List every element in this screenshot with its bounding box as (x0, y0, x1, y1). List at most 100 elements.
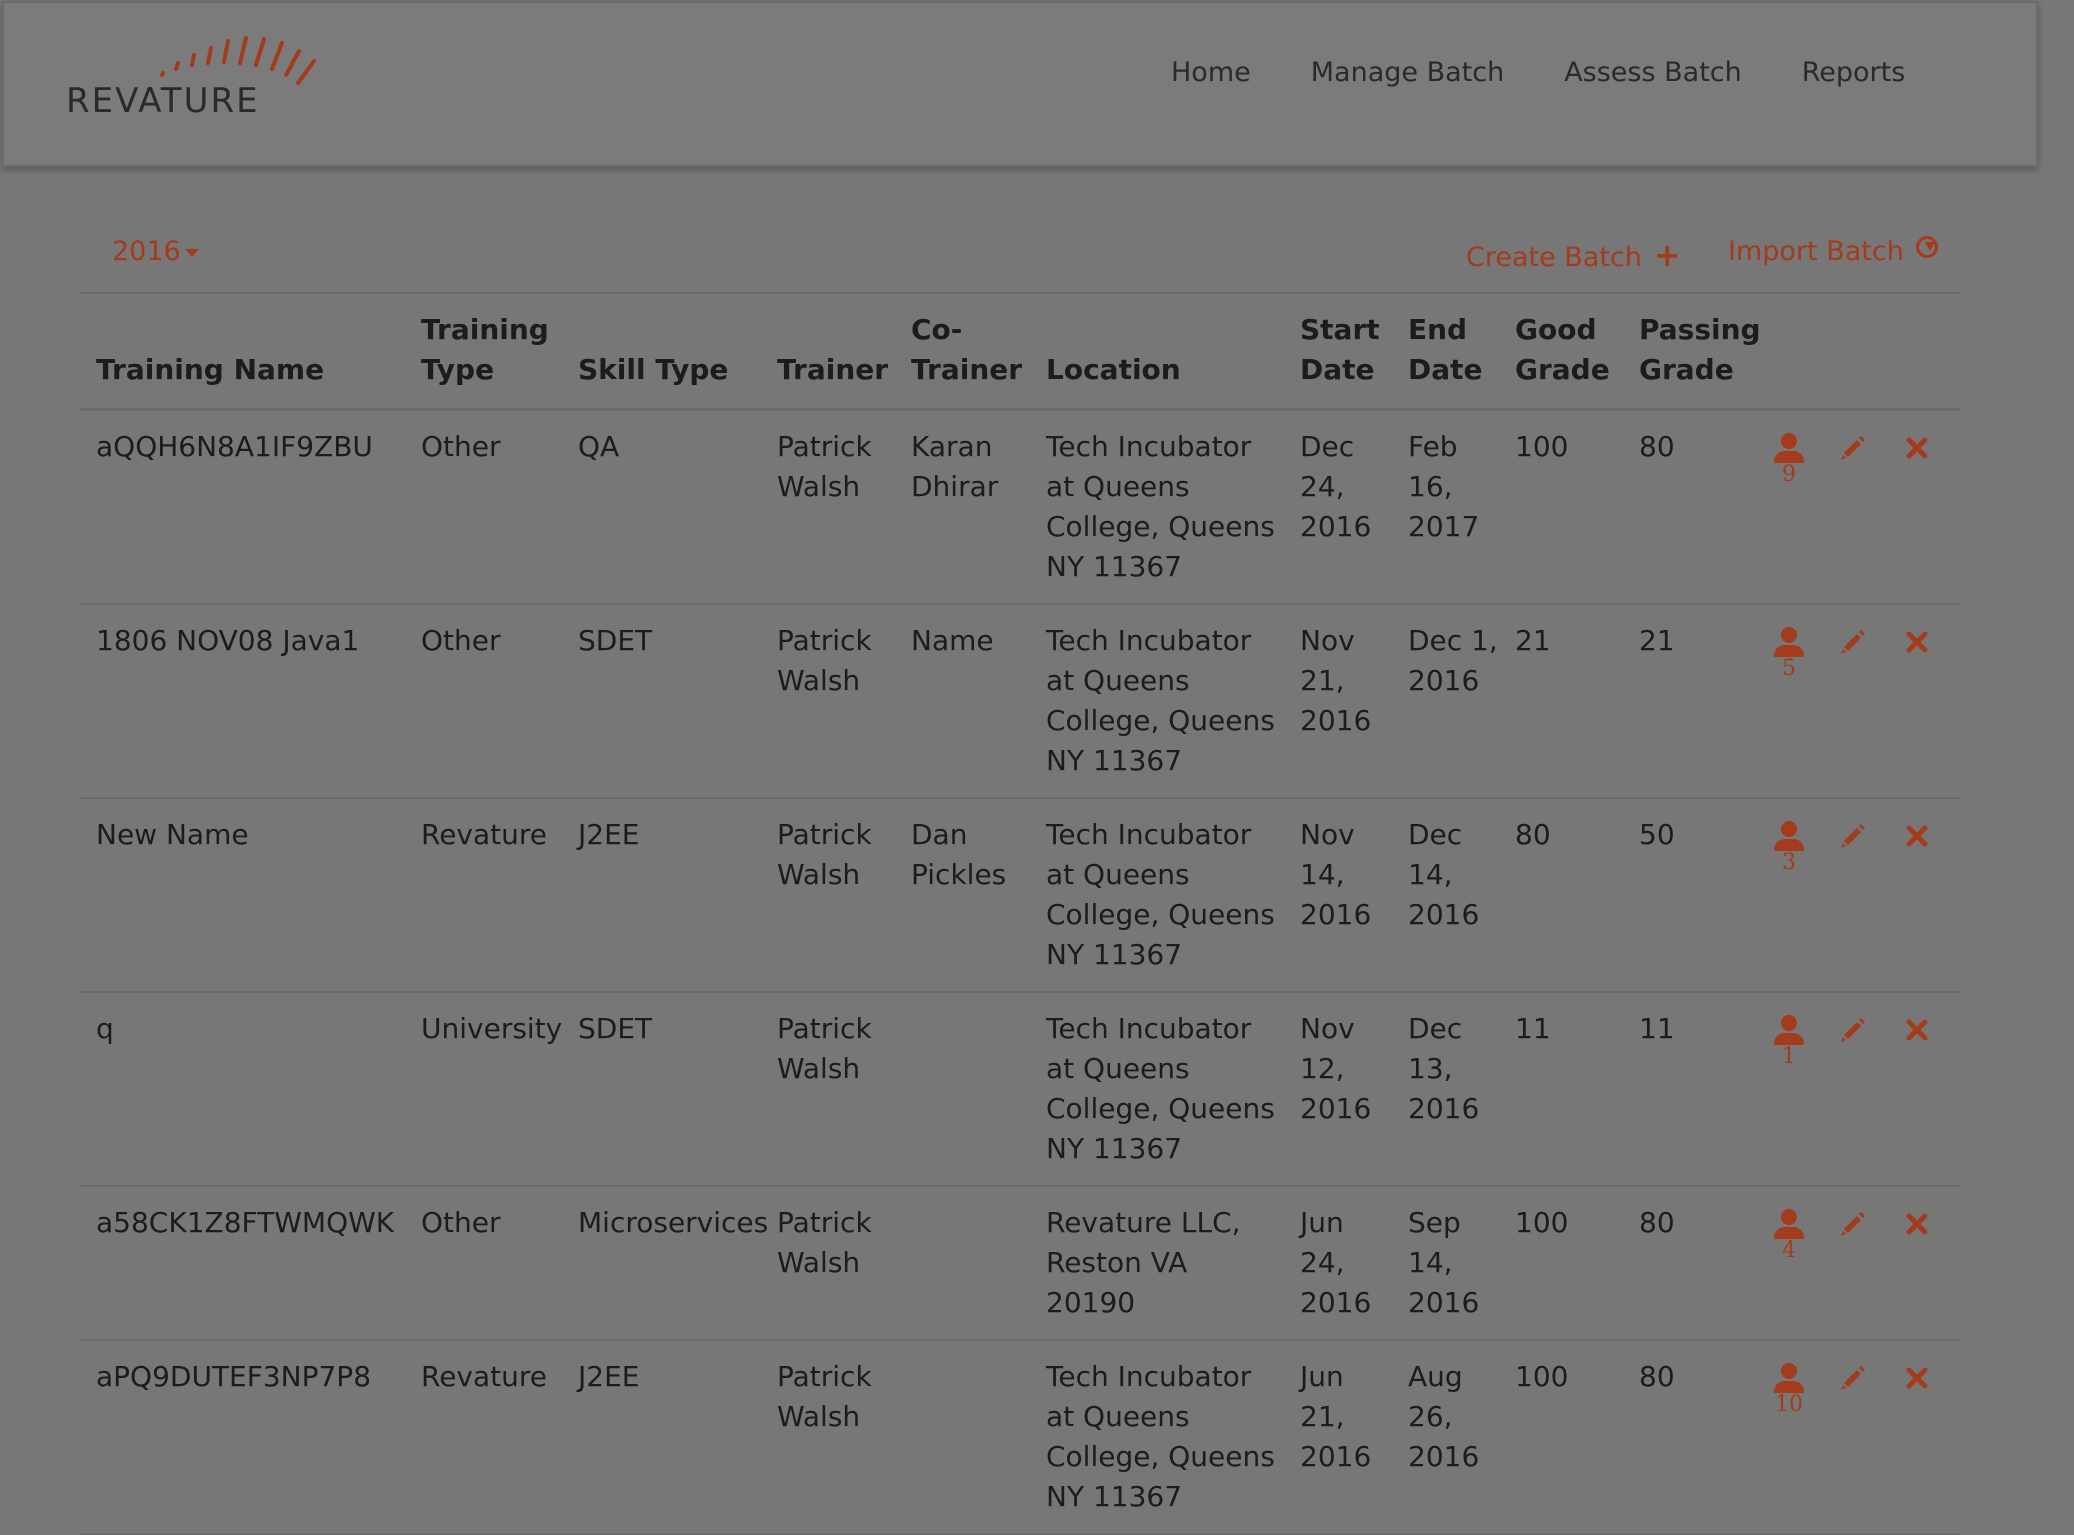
person-icon (1781, 821, 1797, 837)
cell-end-date: Dec 14, 2016 (1392, 798, 1499, 993)
nav-reports[interactable]: Reports (1802, 57, 1906, 88)
header-co-trainer[interactable]: Co-Trainer (895, 294, 1030, 411)
trainee-count: 9 (1782, 462, 1796, 487)
cell-good-grade: 21 (1499, 604, 1623, 799)
row-actions: 4 (1774, 1203, 1960, 1263)
trainees-button[interactable]: 3 (1774, 821, 1804, 875)
cell-co-trainer (895, 992, 1030, 1187)
cell-location: Tech Incubator at Queens College, Queens… (1030, 604, 1284, 799)
cell-passing-grade: 21 (1623, 604, 1758, 799)
header-good-grade[interactable]: Good Grade (1499, 294, 1623, 411)
nav-assess-batch[interactable]: Assess Batch (1564, 57, 1742, 88)
cell-start-date: Nov 14, 2016 (1284, 798, 1392, 993)
cell-trainer: Patrick Walsh (761, 992, 895, 1187)
year-dropdown[interactable]: 2016 (112, 236, 199, 267)
cell-co-trainer: Dan Pickles (895, 798, 1030, 993)
cell-passing-grade: 80 (1623, 1186, 1758, 1341)
create-batch-label: Create Batch (1466, 242, 1642, 273)
cell-skill-type: J2EE (562, 798, 761, 993)
table-row: a58CK1Z8FTWMQWK Other Microservices Patr… (80, 1186, 1960, 1341)
revature-logo[interactable]: REVATURE (64, 31, 334, 131)
close-icon[interactable] (1902, 627, 1932, 657)
pencil-icon[interactable] (1838, 1015, 1868, 1045)
cell-training-type: Revature (405, 798, 562, 993)
trainees-button[interactable]: 10 (1774, 1363, 1804, 1417)
close-icon[interactable] (1902, 1015, 1932, 1045)
pencil-icon[interactable] (1838, 1363, 1868, 1393)
header-end-date[interactable]: End Date (1392, 294, 1499, 411)
cell-start-date: Nov 21, 2016 (1284, 604, 1392, 799)
create-batch-button[interactable]: Create Batch + (1466, 236, 1681, 274)
cell-training-name: a58CK1Z8FTWMQWK (80, 1186, 405, 1341)
cell-trainer: Patrick Walsh (761, 1186, 895, 1341)
cell-training-name: aQQH6N8A1IF9ZBU (80, 409, 405, 605)
cell-good-grade: 100 (1499, 1186, 1623, 1341)
cell-good-grade: 100 (1499, 409, 1623, 605)
cell-training-type: Revature (405, 1340, 562, 1535)
cell-skill-type: SDET (562, 604, 761, 799)
trainees-button[interactable]: 5 (1774, 627, 1804, 681)
main-nav: Home Manage Batch Assess Batch Reports (1171, 57, 1965, 88)
header-training-name[interactable]: Training Name (80, 294, 405, 411)
cell-trainer: Patrick Walsh (761, 798, 895, 993)
cell-passing-grade: 50 (1623, 798, 1758, 993)
header-trainer[interactable]: Trainer (761, 294, 895, 411)
cell-co-trainer (895, 1340, 1030, 1535)
pencil-icon[interactable] (1838, 433, 1868, 463)
close-icon[interactable] (1902, 1363, 1932, 1393)
cell-good-grade: 80 (1499, 798, 1623, 993)
cell-good-grade: 11 (1499, 992, 1623, 1187)
cell-actions: 1 (1758, 992, 1960, 1187)
cell-end-date: Dec 1, 2016 (1392, 604, 1499, 799)
cell-co-trainer: Name (895, 604, 1030, 799)
cell-trainer: Patrick Walsh (761, 604, 895, 799)
close-icon[interactable] (1902, 433, 1932, 463)
cell-training-name: q (80, 992, 405, 1187)
header-passing-grade[interactable]: Passing Grade (1623, 294, 1761, 411)
person-icon (1781, 1015, 1797, 1031)
table-row: q University SDET Patrick Walsh Tech Inc… (80, 992, 1960, 1187)
person-icon (1781, 627, 1797, 643)
header-start-date[interactable]: Start Date (1284, 294, 1392, 411)
import-batch-button[interactable]: Import Batch (1728, 236, 1938, 267)
cell-location: Tech Incubator at Queens College, Queens… (1030, 798, 1284, 993)
trainee-count: 4 (1782, 1238, 1796, 1263)
trainees-button[interactable]: 4 (1774, 1209, 1804, 1263)
cell-start-date: Nov 12, 2016 (1284, 992, 1392, 1187)
plus-icon: + (1653, 236, 1681, 274)
cell-trainer: Patrick Walsh (761, 409, 895, 605)
cell-location: Tech Incubator at Queens College, Queens… (1030, 1340, 1284, 1535)
cell-skill-type: Microservices (562, 1186, 768, 1341)
cell-end-date: Feb 16, 2017 (1392, 409, 1499, 605)
trainee-count: 10 (1775, 1392, 1803, 1417)
header-training-type[interactable]: Training Type (405, 294, 562, 411)
circle-arrow-down-icon (1915, 236, 1938, 258)
cell-actions: 3 (1758, 798, 1960, 993)
table-row: aQQH6N8A1IF9ZBU Other QA Patrick Walsh K… (80, 409, 1960, 605)
trainees-button[interactable]: 1 (1774, 1015, 1804, 1069)
cell-skill-type: QA (562, 409, 761, 605)
header-skill-type[interactable]: Skill Type (562, 294, 761, 411)
table-header-row: Training Name Training Type Skill Type T… (80, 294, 1960, 411)
nav-home[interactable]: Home (1171, 57, 1251, 88)
table-row: aPQ9DUTEF3NP7P8 Revature J2EE Patrick Wa… (80, 1340, 1960, 1535)
header-location[interactable]: Location (1030, 294, 1284, 411)
import-batch-label: Import Batch (1728, 236, 1904, 267)
table-row: 1806 NOV08 Java1 Other SDET Patrick Wals… (80, 604, 1960, 799)
trainees-button[interactable]: 9 (1774, 433, 1804, 487)
cell-end-date: Aug 26, 2016 (1392, 1340, 1499, 1535)
pencil-icon[interactable] (1838, 627, 1868, 657)
cell-location: Revature LLC, Reston VA 20190 (1030, 1186, 1284, 1341)
cell-actions: 5 (1758, 604, 1960, 799)
row-actions: 5 (1774, 621, 1960, 681)
cell-actions: 4 (1758, 1186, 1960, 1341)
cell-passing-grade: 11 (1623, 992, 1758, 1187)
nav-manage-batch[interactable]: Manage Batch (1311, 57, 1504, 88)
pencil-icon[interactable] (1838, 821, 1868, 851)
close-icon[interactable] (1902, 821, 1932, 851)
cell-training-name: 1806 NOV08 Java1 (80, 604, 405, 799)
cell-skill-type: J2EE (562, 1340, 761, 1535)
cell-co-trainer (895, 1186, 1030, 1341)
pencil-icon[interactable] (1838, 1209, 1868, 1239)
close-icon[interactable] (1902, 1209, 1932, 1239)
